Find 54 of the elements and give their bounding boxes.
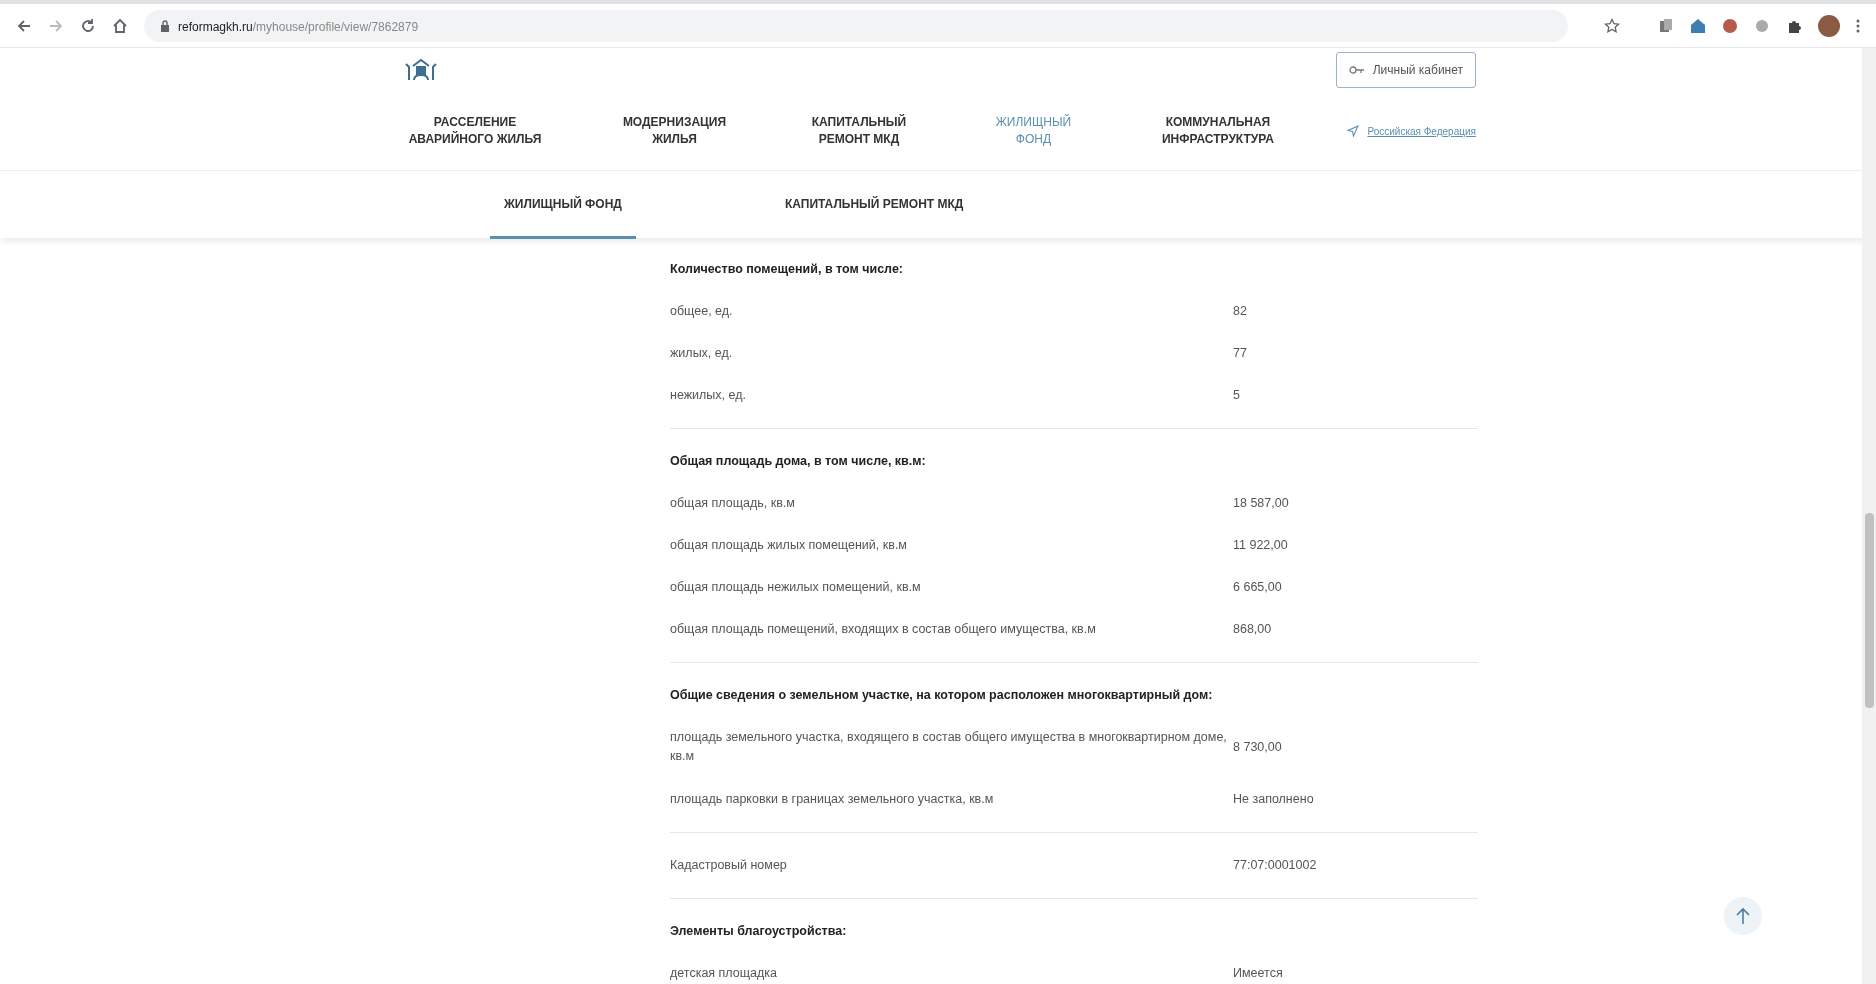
field-value: 6 665,00	[1233, 578, 1282, 596]
section-tab[interactable]: ЖИЛИЩНЫЙ ФОНД	[490, 171, 636, 239]
field-label: общая площадь жилых помещений, кв.м	[670, 537, 907, 552]
nav-link[interactable]: РАССЕЛЕНИЕ АВАРИЙНОГО ЖИЛЬЯ	[400, 113, 550, 149]
avatar-icon[interactable]	[1818, 14, 1840, 37]
field-label: жилых, ед.	[670, 345, 733, 360]
section-tab[interactable]: КАПИТАЛЬНЫЙ РЕМОНТ МКД	[770, 171, 978, 239]
field-value: 8 730,00	[1233, 738, 1282, 756]
field-value: 77	[1233, 344, 1247, 362]
section-heading: Общие сведения о земельном участке, на котором расположен многоквартирный дом:	[670, 686, 1213, 704]
field-label: общая площадь, кв.м	[670, 495, 795, 510]
field-label: общая площадь нежилых помещений, кв.м	[670, 579, 921, 594]
field-value: 868,00	[1233, 620, 1272, 638]
home-icon[interactable]	[112, 17, 128, 34]
section-heading: Общая площадь дома, в том числе, кв.м:	[670, 452, 926, 470]
logo-icon[interactable]	[404, 58, 438, 83]
menu-icon[interactable]	[1856, 17, 1860, 34]
star-icon[interactable]	[1604, 17, 1620, 34]
address-bar[interactable]: reformagkh.ru/myhouse/profile/view/7862879	[144, 9, 1568, 42]
field-label: детская площадка	[670, 965, 777, 980]
field-value: 77:07:0001002	[1233, 856, 1317, 874]
field-label: общее, ед.	[670, 303, 733, 318]
back-icon[interactable]	[16, 17, 32, 34]
up-arrow-icon	[1735, 907, 1751, 925]
field-label: нежилых, ед.	[670, 387, 746, 402]
field-label: площадь парковки в границах земельного участка, кв.м	[670, 791, 994, 806]
field-value: 11 922,00	[1233, 536, 1288, 554]
scrollbar-thumb[interactable]	[1865, 513, 1874, 708]
nav-link[interactable]: КОММУНАЛЬНАЯ ИНФРАСТРУКТУРА	[1147, 113, 1288, 149]
section-heading: Количество помещений, в том числе:	[670, 260, 903, 278]
extension-icon[interactable]	[1722, 17, 1738, 34]
nav-link[interactable]: ЖИЛИЩНЫЙ ФОНД	[978, 113, 1089, 149]
nav-link[interactable]: МОДЕРНИЗАЦИЯ ЖИЛЬЯ	[609, 113, 740, 149]
field-value: Имеется	[1233, 964, 1283, 982]
section-heading: Элементы благоустройства:	[670, 922, 847, 940]
field-value: Не заполнено	[1233, 790, 1314, 808]
key-icon	[1348, 65, 1365, 75]
field-value: 18 587,00	[1233, 494, 1289, 512]
field-label: площадь земельного участка, входящего в состав общего имущества в многоквартирном доме, кв.м	[670, 730, 1227, 763]
nav-link[interactable]: КАПИТАЛЬНЫЙ РЕМОНТ МКД	[798, 113, 919, 149]
scrollbar[interactable]	[1862, 48, 1876, 984]
field-label: общая площадь помещений, входящих в состав общего имущества, кв.м	[670, 621, 1096, 636]
lock-icon	[160, 19, 170, 32]
login-button[interactable]: Личный кабинет	[1335, 52, 1476, 88]
field-value: 82	[1233, 302, 1247, 320]
region-link[interactable]: Российская Федерация	[1347, 123, 1476, 139]
location-arrow-icon	[1347, 125, 1360, 137]
url-text: reformagkh.ru/myhouse/profile/view/7862879	[178, 18, 419, 36]
back-to-top-button[interactable]	[1724, 897, 1762, 935]
extension-icon[interactable]	[1690, 17, 1706, 34]
field-value: 5	[1233, 386, 1240, 404]
field-label: Кадастровый номер	[670, 857, 787, 872]
reload-icon[interactable]	[80, 17, 96, 34]
extension-icon[interactable]	[1658, 17, 1674, 34]
